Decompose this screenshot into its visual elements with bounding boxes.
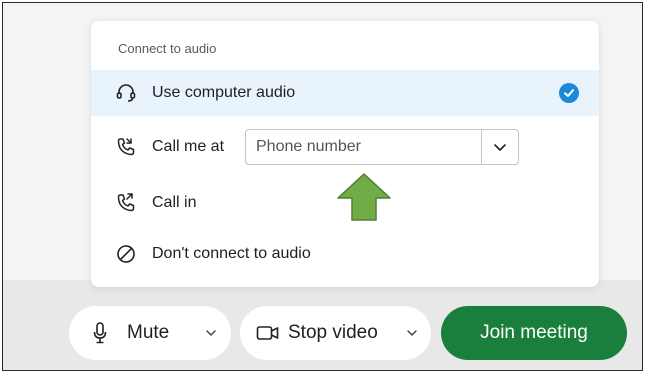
mute-button[interactable]: Mute	[69, 306, 231, 360]
mute-label: Mute	[127, 322, 170, 343]
microphone-icon	[93, 322, 107, 344]
popover-title: Connect to audio	[118, 41, 217, 56]
headset-icon	[115, 82, 137, 104]
chevron-down-icon[interactable]	[406, 328, 418, 338]
option-label: Call me at	[152, 138, 225, 155]
no-audio-icon	[115, 243, 137, 265]
connect-audio-popover: Connect to audio Use computer audio Call…	[91, 21, 599, 287]
option-call-me-at[interactable]: Call me at	[91, 124, 599, 170]
country-dropdown-button[interactable]	[481, 130, 518, 164]
stop-video-label: Stop video	[288, 322, 378, 343]
option-use-computer-audio[interactable]: Use computer audio	[91, 70, 599, 116]
phone-number-input[interactable]	[246, 130, 481, 164]
phone-outgoing-icon	[115, 136, 137, 158]
stop-video-button[interactable]: Stop video	[240, 306, 431, 360]
option-dont-connect-audio[interactable]: Don't connect to audio	[91, 231, 599, 277]
video-camera-icon	[256, 323, 280, 343]
join-meeting-button[interactable]: Join meeting	[441, 306, 627, 360]
selected-check-icon	[559, 83, 579, 103]
app-window: Connect to audio Use computer audio Call…	[2, 2, 643, 371]
phone-incoming-icon	[115, 192, 137, 214]
option-label: Use computer audio	[152, 84, 296, 101]
phone-number-field	[245, 129, 519, 165]
option-label: Don't connect to audio	[152, 245, 311, 262]
chevron-down-icon	[494, 144, 506, 152]
chevron-down-icon[interactable]	[205, 328, 217, 338]
annotation-arrow-icon	[337, 173, 391, 221]
option-label: Call in	[152, 194, 197, 211]
